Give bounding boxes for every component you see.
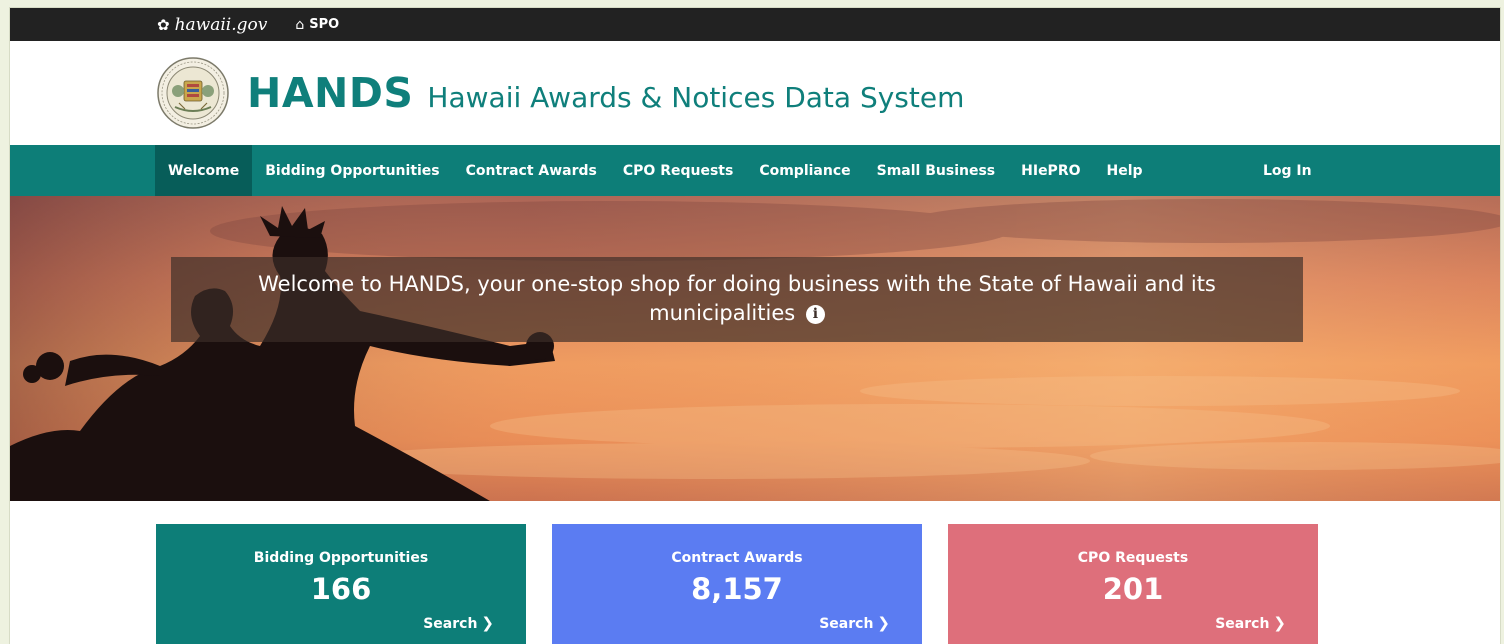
- chevron-right-icon: ❯: [1273, 614, 1286, 632]
- nav-hiepro[interactable]: HIePRO: [1008, 145, 1093, 196]
- nav-help[interactable]: Help: [1094, 145, 1156, 196]
- card-bidding-opportunities[interactable]: Bidding Opportunities 166 Search ❯: [156, 524, 526, 644]
- card-cpo-requests[interactable]: CPO Requests 201 Search ❯: [948, 524, 1318, 644]
- hawaii-gov-link[interactable]: ✿ hawaii.gov: [157, 15, 267, 35]
- card-title: Contract Awards: [671, 550, 803, 566]
- nav-compliance[interactable]: Compliance: [746, 145, 863, 196]
- nav-small-business[interactable]: Small Business: [864, 145, 1009, 196]
- chevron-right-icon: ❯: [877, 614, 890, 632]
- info-icon[interactable]: i: [805, 304, 825, 324]
- card-count: 8,157: [691, 572, 783, 606]
- site-title: HANDS: [247, 69, 414, 117]
- spo-label: SPO: [309, 17, 340, 32]
- hula-sunset-image: [10, 196, 1500, 501]
- welcome-banner: Welcome to HANDS, your one-stop shop for…: [171, 257, 1303, 342]
- card-title: CPO Requests: [1077, 550, 1189, 566]
- search-link[interactable]: Search ❯: [819, 614, 890, 632]
- welcome-line-1: Welcome to HANDS, your one-stop shop for…: [258, 272, 1216, 296]
- search-label: Search: [1215, 616, 1270, 632]
- utility-bar: ✿ hawaii.gov ⌂ SPO: [10, 8, 1500, 41]
- main-nav: Welcome Bidding Opportunities Contract A…: [10, 145, 1500, 196]
- site-subtitle: Hawaii Awards & Notices Data System: [427, 81, 965, 114]
- state-seal-logo[interactable]: [157, 57, 229, 129]
- nav-welcome[interactable]: Welcome: [155, 145, 253, 196]
- hero-banner: Welcome to HANDS, your one-stop shop for…: [10, 196, 1500, 501]
- card-title: Bidding Opportunities: [253, 550, 429, 566]
- card-count: 166: [310, 572, 372, 606]
- home-icon: ⌂: [295, 16, 305, 33]
- card-count: 201: [1102, 572, 1164, 606]
- search-label: Search: [819, 616, 874, 632]
- nav-contract-awards[interactable]: Contract Awards: [453, 145, 610, 196]
- spo-link[interactable]: ⌂ SPO: [295, 17, 339, 33]
- welcome-line-2: municipalities: [649, 301, 796, 325]
- search-link[interactable]: Search ❯: [423, 614, 494, 632]
- search-label: Search: [423, 616, 478, 632]
- hibiscus-icon: ✿: [157, 15, 170, 34]
- nav-cpo-requests[interactable]: CPO Requests: [610, 145, 746, 196]
- page: ✿ hawaii.gov ⌂ SPO HANDS Hawaii Awards &…: [10, 8, 1500, 644]
- brand[interactable]: HANDS Hawaii Awards & Notices Data Syste…: [247, 69, 964, 117]
- nav-bidding-opportunities[interactable]: Bidding Opportunities: [252, 145, 452, 196]
- nav-login[interactable]: Log In: [1250, 145, 1325, 196]
- search-link[interactable]: Search ❯: [1215, 614, 1286, 632]
- site-header: HANDS Hawaii Awards & Notices Data Syste…: [10, 41, 1500, 145]
- chevron-right-icon: ❯: [481, 614, 494, 632]
- card-contract-awards[interactable]: Contract Awards 8,157 Search ❯: [552, 524, 922, 644]
- stat-cards: Bidding Opportunities 166 Search ❯ Contra…: [156, 524, 1318, 644]
- hawaii-gov-label: hawaii.gov: [174, 14, 268, 35]
